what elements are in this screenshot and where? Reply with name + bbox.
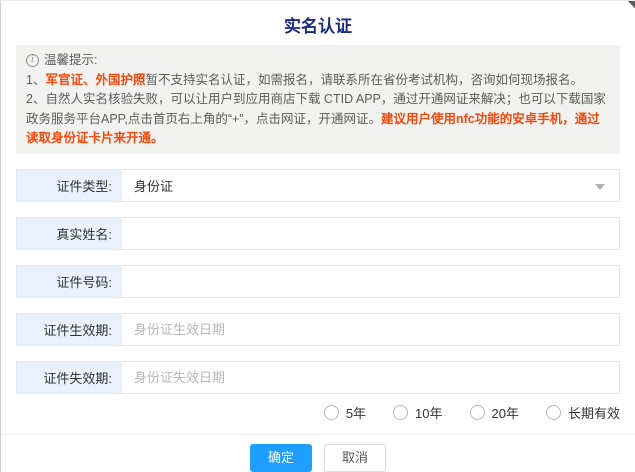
radio-5-years[interactable]: 5年 — [323, 403, 367, 422]
radio-10-years-label: 10年 — [415, 406, 443, 421]
field-row-real-name: 真实姓名: — [16, 216, 620, 250]
cancel-button[interactable]: 取消 — [324, 444, 387, 472]
radio-long-term-label: 长期有效 — [567, 406, 620, 421]
radio-long-term[interactable]: 长期有效 — [545, 403, 620, 422]
field-row-cert-number: 证件号码: — [16, 264, 620, 298]
cert-number-label: 证件号码: — [17, 265, 122, 297]
radio-10-years[interactable]: 10年 — [393, 403, 443, 422]
confirm-button[interactable]: 确定 — [249, 444, 312, 472]
notice-header: i 温馨提示: — [26, 51, 610, 71]
notice-line-2-prefix: 2、 — [26, 92, 46, 106]
cert-type-label: 证件类型: — [17, 169, 122, 201]
cert-number-input[interactable] — [134, 273, 619, 289]
field-row-cert-expiry-date: 证件失效期: — [16, 360, 620, 394]
footer-actions: 确定 取消 — [1, 444, 635, 472]
radio-20-years-label: 20年 — [491, 406, 519, 421]
notice-box: i 温馨提示: 1、军官证、外国护照暂不支持实名认证，如需报名，请联系所在省份考… — [16, 45, 620, 154]
radio-unchecked-icon — [545, 405, 561, 420]
cert-expiry-date-input-wrap — [122, 361, 619, 393]
cert-expiry-date-input[interactable] — [134, 369, 619, 385]
radio-5-years-label: 5年 — [345, 406, 367, 421]
real-name-input-wrap — [122, 217, 619, 249]
info-icon: i — [26, 54, 39, 68]
real-name-auth-dialog: 实名认证 i 温馨提示: 1、军官证、外国护照暂不支持实名认证，如需报名，请联系… — [0, 0, 635, 472]
cert-start-date-input[interactable] — [134, 321, 619, 337]
notice-line-1-rest: 暂不支持实名认证，如需报名，请联系所在省份考试机构，咨询如何现场报名。 — [145, 72, 583, 87]
notice-line-1-prefix: 1、 — [26, 72, 46, 87]
cert-start-date-label: 证件生效期: — [17, 313, 122, 345]
real-name-label: 真实姓名: — [17, 217, 122, 249]
radio-unchecked-icon — [469, 405, 485, 420]
cert-type-select[interactable]: 身份证 — [122, 169, 619, 201]
notice-highlight: 军官证、外国护照 — [45, 72, 146, 87]
footer-divider — [1, 434, 635, 435]
notice-line-2: 2、自然人实名核验失败，可以让用户到应用商店下载 CTID APP，通过开通网证… — [26, 90, 610, 149]
radio-20-years[interactable]: 20年 — [469, 403, 519, 422]
cert-number-input-wrap — [122, 265, 619, 297]
chevron-down-icon — [595, 183, 605, 190]
field-row-cert-start-date: 证件生效期: — [16, 312, 620, 346]
radio-unchecked-icon — [323, 405, 339, 420]
notice-line-1: 1、军官证、外国护照暂不支持实名认证，如需报名，请联系所在省份考试机构，咨询如何… — [26, 71, 610, 91]
cert-start-date-input-wrap — [122, 313, 619, 345]
cert-type-value: 身份证 — [134, 178, 174, 194]
notice-header-text: 温馨提示: — [44, 53, 98, 67]
real-name-input[interactable] — [134, 225, 619, 241]
page-title: 实名认证 — [284, 17, 352, 36]
field-row-cert-type: 证件类型: 身份证 — [16, 168, 620, 202]
cert-expiry-date-label: 证件失效期: — [17, 361, 122, 393]
radio-unchecked-icon — [393, 405, 409, 420]
validity-radio-group: 5年 10年 20年 长期有效 — [16, 401, 620, 425]
